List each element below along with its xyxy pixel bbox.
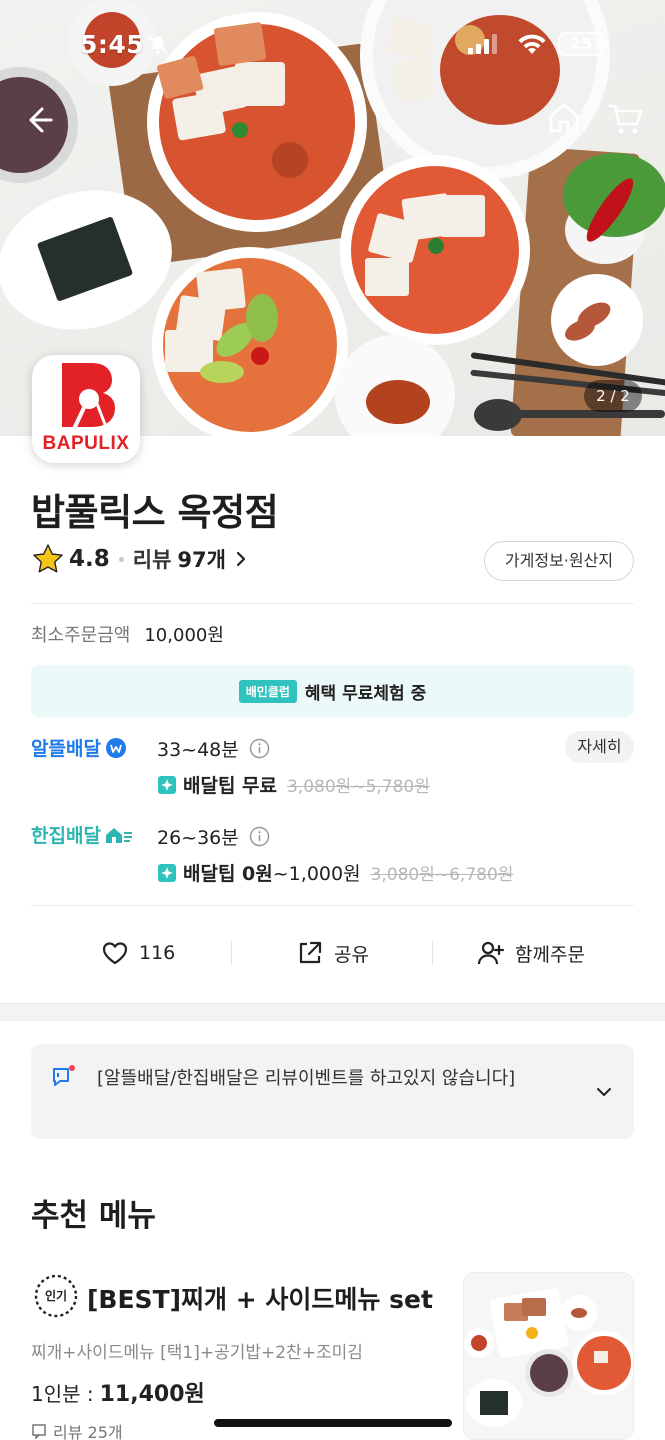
saver-delivery-label: 알뜰배달 [31,734,128,761]
home-indicator [214,1419,452,1427]
divider [31,905,634,906]
menu-image[interactable] [463,1272,634,1440]
store-logo: BAPULIX [32,355,140,463]
share-label: 공유 [334,943,369,966]
bell-slash-icon [148,35,168,55]
review-bubble-icon [32,1424,46,1439]
logo-text: BAPULIX [42,433,130,454]
menu-price-row: 1인분 : 11,400원 [31,1376,205,1408]
popular-badge-text: 인기 [44,1289,68,1303]
group-order-button[interactable]: 함께주문 [477,925,585,981]
info-icon[interactable] [249,826,270,847]
delivery-detail-button[interactable]: 자세히 [565,731,634,763]
action-bar: 116 공유 함께주문 [0,925,665,981]
single-delivery-label: 한집배달 [31,821,134,848]
saver-coin-icon [105,737,126,758]
menu-price: 11,400원 [99,1382,205,1407]
logo-mark [62,363,115,431]
menu-photo [464,1273,633,1439]
min-order-value: 10,000원 [144,625,224,646]
single-delivery-time: 26~36분 [157,823,270,850]
action-separator [231,941,232,965]
wifi-icon [518,34,546,54]
menu-name: [BEST]찌개 + 사이드메뉴 set [87,1285,433,1314]
share-icon [299,941,322,964]
baemin-club-banner[interactable]: 배민클럽 혜택 무료체험 중 [31,665,634,717]
store-info-button[interactable]: 가게정보·원산지 [484,541,634,581]
saver-tip-label: 배달팁 무료 [183,775,278,797]
discount-tag-icon [158,863,176,882]
rating-value: 4.8 [69,546,110,572]
menu-description: 찌개+사이드메뉴 [택1]+공기밥+2찬+조미김 [31,1343,363,1363]
recommended-menu-title: 추천 메뉴 [31,1198,156,1234]
saver-tip-row: 배달팁 무료 3,080원~5,780원 [157,771,430,798]
price-label: 1인분 : [31,1382,94,1406]
notice-icon [53,1065,75,1086]
chevron-down-icon[interactable] [594,1082,614,1102]
share-button[interactable]: 공유 [296,925,369,981]
signal-icon [468,34,497,54]
single-tip-original: 3,080원~6,780원 [370,865,514,885]
menu-review-row: 리뷰 25개 [31,1419,123,1440]
rating-row[interactable]: 4.8 리뷰 97개 [31,541,250,577]
single-tip-row: 배달팁 0원 ~1,000원 3,080원~6,780원 [157,859,513,886]
house-fast-icon [105,827,132,843]
notice-banner[interactable]: [알뜰배달/한집배달은 리뷰이벤트를 하고있지 않습니다] [31,1044,634,1139]
cart-icon[interactable] [606,100,644,138]
single-delivery-text: 한집배달 [31,825,101,847]
image-counter: 2 / 2 [584,380,642,412]
club-text: 혜택 무료체험 중 [304,683,427,704]
saver-delivery-time: 33~48분 [157,735,270,762]
action-separator [432,941,433,965]
notice-text: [알뜰배달/한집배달은 리뷰이벤트를 하고있지 않습니다] [97,1068,516,1089]
info-icon[interactable] [249,738,270,759]
review-label: 리뷰 [132,548,172,572]
saver-time-text: 33~48분 [157,739,239,761]
saver-delivery-text: 알뜰배달 [31,738,101,760]
single-time-text: 26~36분 [157,827,239,849]
club-badge: 배민클럽 [238,679,297,703]
group-order-label: 함께주문 [515,943,585,966]
home-icon[interactable] [546,100,582,136]
add-user-icon [477,941,505,965]
back-arrow-icon[interactable] [22,102,58,138]
heart-icon [102,942,128,965]
like-button[interactable]: 116 [101,925,175,981]
battery-indicator: 25 [558,32,608,56]
single-tip-range: ~1,000원 [272,863,361,885]
star-icon [33,544,63,573]
store-name: 밥풀릭스 옥정점 [31,491,279,534]
chevron-right-icon [236,551,246,567]
status-bar: 5:45 25 [0,0,665,92]
like-count: 116 [139,942,176,964]
discount-tag-icon [158,775,176,794]
menu-item[interactable]: 인기 [BEST]찌개 + 사이드메뉴 set 찌개+사이드메뉴 [택1]+공기… [0,1266,665,1440]
min-order-label: 최소주문금액 [31,625,131,646]
status-time: 5:45 [80,30,145,59]
single-tip-label: 배달팁 0원 [183,863,273,885]
review-count: 97개 [177,548,226,572]
section-divider [0,1003,665,1021]
min-order-row: 최소주문금액 10,000원 [31,621,224,647]
menu-review-count: 리뷰 25개 [53,1423,123,1440]
divider [31,603,634,604]
separator-dot [118,556,124,562]
saver-tip-original: 3,080원~5,780원 [287,777,430,797]
